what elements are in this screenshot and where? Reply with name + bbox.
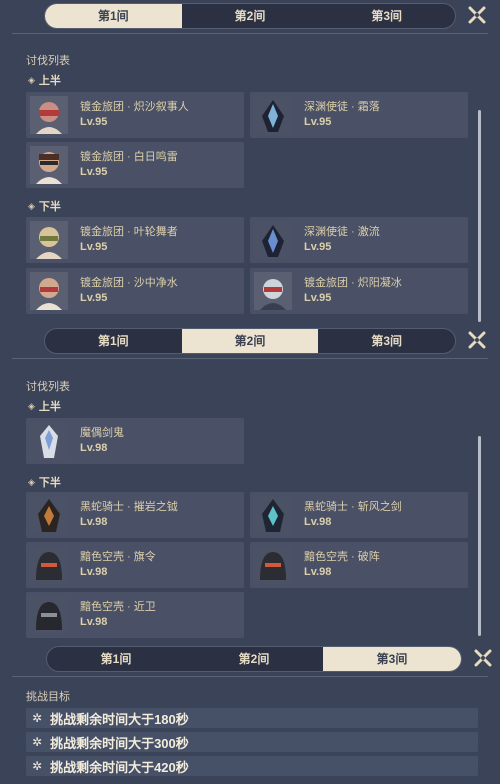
section-title: 挑战目标 xyxy=(26,691,70,703)
enemy-level: Lv.95 xyxy=(80,166,108,178)
goal-text: 挑战剩余时间大于180秒 xyxy=(50,711,189,727)
group-label-text: 上半 xyxy=(38,401,61,413)
enemy-level: Lv.95 xyxy=(304,116,332,128)
enemy-level: Lv.98 xyxy=(80,442,108,454)
star-icon: ✲ xyxy=(32,711,43,725)
enemy-level: Lv.98 xyxy=(304,566,332,578)
tab-chamber-1[interactable]: 第1间 xyxy=(45,329,182,353)
tab-chamber-3[interactable]: 第3间 xyxy=(318,4,455,28)
challenge-goal: ✲ 挑战剩余时间大于420秒 xyxy=(26,756,478,776)
goal-text: 挑战剩余时间大于420秒 xyxy=(50,759,189,775)
enemy-portrait-icon xyxy=(30,422,68,460)
group-label-text: 上半 xyxy=(38,75,61,87)
enemy-card[interactable]: 黯色空壳 · 近卫 Lv.98 xyxy=(26,592,244,638)
enemy-level: Lv.95 xyxy=(304,292,332,304)
chamber-tabs: 第1间 第2间 第3间 xyxy=(44,3,456,29)
diamond-icon: ◈ xyxy=(28,74,35,85)
enemy-name: 深渊使徒 · 激流 xyxy=(304,226,380,238)
enemy-portrait-icon xyxy=(30,221,68,259)
enemy-name: 黯色空壳 · 近卫 xyxy=(80,601,156,613)
chamber-3-panel: 第1间 第2间 第3间 挑战目标 ✲ 挑战剩余时间大于180秒 ✲ 挑战剩余时间… xyxy=(0,642,500,784)
enemy-level: Lv.98 xyxy=(80,616,108,628)
enemy-card[interactable]: 黯色空壳 · 旗令 Lv.98 xyxy=(26,542,244,588)
enemy-card[interactable]: 镀金旅团 · 沙中净水 Lv.95 xyxy=(26,268,244,314)
enemy-level: Lv.98 xyxy=(80,516,108,528)
group-label-text: 下半 xyxy=(38,477,61,489)
challenge-goal: ✲ 挑战剩余时间大于180秒 xyxy=(26,708,478,728)
close-icon[interactable] xyxy=(468,6,486,24)
enemy-portrait-icon xyxy=(254,496,292,534)
enemy-name: 镀金旅团 · 炽沙叙事人 xyxy=(80,101,189,113)
enemy-level: Lv.95 xyxy=(80,292,108,304)
diamond-icon: ◈ xyxy=(28,476,35,487)
enemy-portrait-icon xyxy=(30,272,68,310)
chamber-tabs: 第1间 第2间 第3间 xyxy=(46,646,462,672)
enemy-level: Lv.95 xyxy=(304,241,332,253)
close-icon[interactable] xyxy=(468,331,486,349)
enemy-card[interactable]: 镀金旅团 · 炽阳凝冰 Lv.95 xyxy=(250,268,468,314)
enemy-name: 魔偶剑鬼 xyxy=(80,427,124,439)
tab-chamber-2[interactable]: 第2间 xyxy=(185,647,323,671)
tab-chamber-2[interactable]: 第2间 xyxy=(182,4,319,28)
enemy-portrait-icon xyxy=(30,146,68,184)
section-title: 讨伐列表 xyxy=(26,55,70,67)
tab-chamber-1[interactable]: 第1间 xyxy=(45,4,182,28)
enemy-card[interactable]: 黯色空壳 · 破阵 Lv.98 xyxy=(250,542,468,588)
enemy-name: 黯色空壳 · 破阵 xyxy=(304,551,380,563)
divider xyxy=(12,676,488,677)
scrollbar[interactable] xyxy=(478,436,481,636)
section-title: 讨伐列表 xyxy=(26,381,70,393)
tab-chamber-2[interactable]: 第2间 xyxy=(181,329,319,353)
first-half-label: ◈ 上半 xyxy=(28,72,61,88)
enemy-card[interactable]: 黑蛇骑士 · 摧岩之钺 Lv.98 xyxy=(26,492,244,538)
enemy-portrait-icon xyxy=(254,272,292,310)
enemy-card[interactable]: 镀金旅团 · 炽沙叙事人 Lv.95 xyxy=(26,92,244,138)
enemy-name: 黑蛇骑士 · 斩风之剑 xyxy=(304,501,402,513)
tab-chamber-3[interactable]: 第3间 xyxy=(318,329,455,353)
enemy-portrait-icon xyxy=(254,546,292,584)
divider xyxy=(12,358,488,359)
enemy-name: 黑蛇骑士 · 摧岩之钺 xyxy=(80,501,178,513)
scrollbar[interactable] xyxy=(478,110,481,322)
star-icon: ✲ xyxy=(32,735,43,749)
enemy-level: Lv.98 xyxy=(304,516,332,528)
first-half-label: ◈ 上半 xyxy=(28,398,61,414)
challenge-goal: ✲ 挑战剩余时间大于300秒 xyxy=(26,732,478,752)
enemy-portrait-icon xyxy=(30,596,68,634)
enemy-name: 镀金旅团 · 沙中净水 xyxy=(80,277,178,289)
chamber-tabs: 第1间 第2间 第3间 xyxy=(44,328,456,354)
group-label-text: 下半 xyxy=(38,201,61,213)
tab-chamber-1[interactable]: 第1间 xyxy=(47,647,185,671)
diamond-icon: ◈ xyxy=(28,200,35,211)
enemy-portrait-icon xyxy=(254,96,292,134)
enemy-name: 黯色空壳 · 旗令 xyxy=(80,551,156,563)
tab-chamber-3[interactable]: 第3间 xyxy=(323,647,461,671)
second-half-label: ◈ 下半 xyxy=(28,474,61,490)
star-icon: ✲ xyxy=(32,759,43,773)
enemy-level: Lv.98 xyxy=(80,566,108,578)
enemy-portrait-icon xyxy=(254,221,292,259)
enemy-portrait-icon xyxy=(30,546,68,584)
enemy-name: 深渊使徒 · 霜落 xyxy=(304,101,380,113)
enemy-card[interactable]: 镀金旅团 · 叶轮舞者 Lv.95 xyxy=(26,217,244,263)
enemy-portrait-icon xyxy=(30,96,68,134)
enemy-card[interactable]: 魔偶剑鬼 Lv.98 xyxy=(26,418,244,464)
enemy-card[interactable]: 深渊使徒 · 激流 Lv.95 xyxy=(250,217,468,263)
enemy-name: 镀金旅团 · 叶轮舞者 xyxy=(80,226,178,238)
enemy-portrait-icon xyxy=(30,496,68,534)
enemy-card[interactable]: 深渊使徒 · 霜落 Lv.95 xyxy=(250,92,468,138)
enemy-level: Lv.95 xyxy=(80,241,108,253)
divider xyxy=(12,33,488,34)
close-icon[interactable] xyxy=(474,649,492,667)
diamond-icon: ◈ xyxy=(28,400,35,411)
enemy-level: Lv.95 xyxy=(80,116,108,128)
enemy-card[interactable]: 镀金旅团 · 白日鸣雷 Lv.95 xyxy=(26,142,244,188)
enemy-card[interactable]: 黑蛇骑士 · 斩风之剑 Lv.98 xyxy=(250,492,468,538)
enemy-name: 镀金旅团 · 白日鸣雷 xyxy=(80,151,178,163)
chamber-2-panel: 第1间 第2间 第3间 讨伐列表 ◈ 上半 魔偶剑鬼 Lv.98 ◈ 下半 黑蛇… xyxy=(0,326,500,642)
enemy-name: 镀金旅团 · 炽阳凝冰 xyxy=(304,277,402,289)
chamber-1-panel: 第1间 第2间 第3间 讨伐列表 ◈ 上半 镀金旅团 · 炽沙叙事人 Lv.95… xyxy=(0,0,500,326)
goal-text: 挑战剩余时间大于300秒 xyxy=(50,735,189,751)
second-half-label: ◈ 下半 xyxy=(28,198,61,214)
